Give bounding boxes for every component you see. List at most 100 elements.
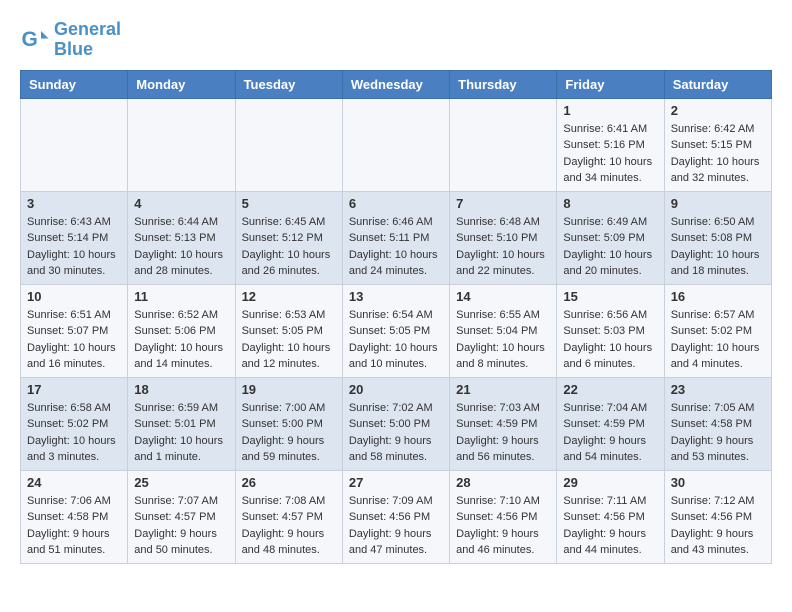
- day-info: Sunrise: 6:45 AMSunset: 5:12 PMDaylight:…: [242, 214, 336, 280]
- weekday-header-sunday: Sunday: [21, 70, 128, 98]
- day-cell: 15 Sunrise: 6:56 AMSunset: 5:03 PMDayligh…: [557, 284, 664, 377]
- day-number: 8: [563, 196, 657, 211]
- day-cell: [450, 98, 557, 191]
- day-info: Sunrise: 7:02 AMSunset: 5:00 PMDaylight:…: [349, 400, 443, 466]
- weekday-header-friday: Friday: [557, 70, 664, 98]
- day-number: 23: [671, 382, 765, 397]
- day-cell: 29 Sunrise: 7:11 AMSunset: 4:56 PMDayligh…: [557, 470, 664, 563]
- day-info: Sunrise: 7:08 AMSunset: 4:57 PMDaylight:…: [242, 493, 336, 559]
- weekday-header-saturday: Saturday: [664, 70, 771, 98]
- day-info: Sunrise: 6:46 AMSunset: 5:11 PMDaylight:…: [349, 214, 443, 280]
- day-info: Sunrise: 6:51 AMSunset: 5:07 PMDaylight:…: [27, 307, 121, 373]
- day-number: 21: [456, 382, 550, 397]
- logo-icon: G: [20, 25, 50, 55]
- day-number: 18: [134, 382, 228, 397]
- week-row-5: 24 Sunrise: 7:06 AMSunset: 4:58 PMDayligh…: [21, 470, 772, 563]
- day-cell: 12 Sunrise: 6:53 AMSunset: 5:05 PMDayligh…: [235, 284, 342, 377]
- day-number: 26: [242, 475, 336, 490]
- day-info: Sunrise: 7:12 AMSunset: 4:56 PMDaylight:…: [671, 493, 765, 559]
- day-cell: 27Sunrise: 7:09 AMSunset: 4:56 PMDayligh…: [342, 470, 449, 563]
- day-cell: 30 Sunrise: 7:12 AMSunset: 4:56 PMDayligh…: [664, 470, 771, 563]
- logo: G General Blue: [20, 20, 121, 60]
- day-number: 3: [27, 196, 121, 211]
- day-cell: [21, 98, 128, 191]
- day-cell: 23 Sunrise: 7:05 AMSunset: 4:58 PMDayligh…: [664, 377, 771, 470]
- day-number: 30: [671, 475, 765, 490]
- day-cell: 9 Sunrise: 6:50 AMSunset: 5:08 PMDaylight…: [664, 191, 771, 284]
- day-number: 24: [27, 475, 121, 490]
- day-info: Sunrise: 6:54 AMSunset: 5:05 PMDaylight:…: [349, 307, 443, 373]
- day-cell: 7 Sunrise: 6:48 AMSunset: 5:10 PMDaylight…: [450, 191, 557, 284]
- day-number: 6: [349, 196, 443, 211]
- day-number: 19: [242, 382, 336, 397]
- day-info: Sunrise: 6:41 AMSunset: 5:16 PMDaylight:…: [563, 121, 657, 187]
- day-cell: 5 Sunrise: 6:45 AMSunset: 5:12 PMDaylight…: [235, 191, 342, 284]
- day-cell: 28 Sunrise: 7:10 AMSunset: 4:56 PMDayligh…: [450, 470, 557, 563]
- day-cell: 11 Sunrise: 6:52 AMSunset: 5:06 PMDayligh…: [128, 284, 235, 377]
- day-number: 20: [349, 382, 443, 397]
- day-cell: 21 Sunrise: 7:03 AMSunset: 4:59 PMDayligh…: [450, 377, 557, 470]
- day-number: 2: [671, 103, 765, 118]
- day-info: Sunrise: 6:52 AMSunset: 5:06 PMDaylight:…: [134, 307, 228, 373]
- day-cell: 14 Sunrise: 6:55 AMSunset: 5:04 PMDayligh…: [450, 284, 557, 377]
- day-number: 16: [671, 289, 765, 304]
- day-info: Sunrise: 7:06 AMSunset: 4:58 PMDaylight:…: [27, 493, 121, 559]
- day-number: 14: [456, 289, 550, 304]
- day-info: Sunrise: 6:42 AMSunset: 5:15 PMDaylight:…: [671, 121, 765, 187]
- day-info: Sunrise: 6:48 AMSunset: 5:10 PMDaylight:…: [456, 214, 550, 280]
- day-info: Sunrise: 6:55 AMSunset: 5:04 PMDaylight:…: [456, 307, 550, 373]
- day-number: 9: [671, 196, 765, 211]
- day-info: Sunrise: 7:04 AMSunset: 4:59 PMDaylight:…: [563, 400, 657, 466]
- day-cell: 10 Sunrise: 6:51 AMSunset: 5:07 PMDayligh…: [21, 284, 128, 377]
- day-number: 13: [349, 289, 443, 304]
- page-header: G General Blue: [20, 20, 772, 60]
- day-cell: 13 Sunrise: 6:54 AMSunset: 5:05 PMDayligh…: [342, 284, 449, 377]
- day-cell: 17Sunrise: 6:58 AMSunset: 5:02 PMDayligh…: [21, 377, 128, 470]
- day-number: 29: [563, 475, 657, 490]
- calendar-header: SundayMondayTuesdayWednesdayThursdayFrid…: [21, 70, 772, 98]
- svg-text:G: G: [22, 28, 38, 51]
- day-info: Sunrise: 6:57 AMSunset: 5:02 PMDaylight:…: [671, 307, 765, 373]
- day-number: 4: [134, 196, 228, 211]
- day-info: Sunrise: 7:05 AMSunset: 4:58 PMDaylight:…: [671, 400, 765, 466]
- day-info: Sunrise: 7:00 AMSunset: 5:00 PMDaylight:…: [242, 400, 336, 466]
- day-info: Sunrise: 7:10 AMSunset: 4:56 PMDaylight:…: [456, 493, 550, 559]
- day-number: 1: [563, 103, 657, 118]
- day-number: 17: [27, 382, 121, 397]
- day-number: 25: [134, 475, 228, 490]
- day-cell: 26 Sunrise: 7:08 AMSunset: 4:57 PMDayligh…: [235, 470, 342, 563]
- day-cell: 6 Sunrise: 6:46 AMSunset: 5:11 PMDaylight…: [342, 191, 449, 284]
- week-row-4: 17Sunrise: 6:58 AMSunset: 5:02 PMDayligh…: [21, 377, 772, 470]
- weekday-header-monday: Monday: [128, 70, 235, 98]
- day-cell: 2 Sunrise: 6:42 AMSunset: 5:15 PMDaylight…: [664, 98, 771, 191]
- day-number: 7: [456, 196, 550, 211]
- day-info: Sunrise: 6:53 AMSunset: 5:05 PMDaylight:…: [242, 307, 336, 373]
- day-number: 28: [456, 475, 550, 490]
- calendar-table: SundayMondayTuesdayWednesdayThursdayFrid…: [20, 70, 772, 564]
- day-cell: 4 Sunrise: 6:44 AMSunset: 5:13 PMDaylight…: [128, 191, 235, 284]
- day-info: Sunrise: 6:50 AMSunset: 5:08 PMDaylight:…: [671, 214, 765, 280]
- weekday-row: SundayMondayTuesdayWednesdayThursdayFrid…: [21, 70, 772, 98]
- day-info: Sunrise: 6:43 AMSunset: 5:14 PMDaylight:…: [27, 214, 121, 280]
- day-info: Sunrise: 6:56 AMSunset: 5:03 PMDaylight:…: [563, 307, 657, 373]
- week-row-2: 3 Sunrise: 6:43 AMSunset: 5:14 PMDaylight…: [21, 191, 772, 284]
- weekday-header-wednesday: Wednesday: [342, 70, 449, 98]
- day-info: Sunrise: 7:11 AMSunset: 4:56 PMDaylight:…: [563, 493, 657, 559]
- week-row-1: 1 Sunrise: 6:41 AMSunset: 5:16 PMDaylight…: [21, 98, 772, 191]
- day-cell: 24 Sunrise: 7:06 AMSunset: 4:58 PMDayligh…: [21, 470, 128, 563]
- day-info: Sunrise: 6:44 AMSunset: 5:13 PMDaylight:…: [134, 214, 228, 280]
- day-cell: 20 Sunrise: 7:02 AMSunset: 5:00 PMDayligh…: [342, 377, 449, 470]
- day-info: Sunrise: 7:03 AMSunset: 4:59 PMDaylight:…: [456, 400, 550, 466]
- day-info: Sunrise: 7:09 AMSunset: 4:56 PMDaylight:…: [349, 493, 443, 559]
- day-number: 10: [27, 289, 121, 304]
- day-number: 15: [563, 289, 657, 304]
- logo-line1: General: [54, 20, 121, 40]
- day-number: 5: [242, 196, 336, 211]
- weekday-header-tuesday: Tuesday: [235, 70, 342, 98]
- day-number: 11: [134, 289, 228, 304]
- day-info: Sunrise: 6:59 AMSunset: 5:01 PMDaylight:…: [134, 400, 228, 466]
- day-cell: 3 Sunrise: 6:43 AMSunset: 5:14 PMDaylight…: [21, 191, 128, 284]
- day-number: 12: [242, 289, 336, 304]
- day-cell: 1 Sunrise: 6:41 AMSunset: 5:16 PMDaylight…: [557, 98, 664, 191]
- day-cell: 19 Sunrise: 7:00 AMSunset: 5:00 PMDayligh…: [235, 377, 342, 470]
